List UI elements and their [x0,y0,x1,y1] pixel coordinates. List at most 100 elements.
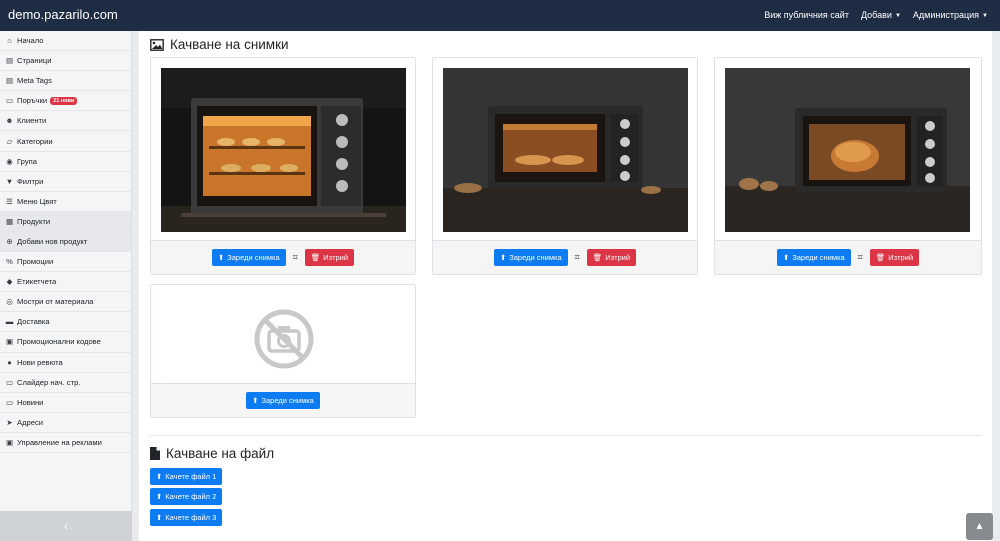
sidebar-item[interactable]: ➤ Адреси [0,413,131,433]
image-card-3-actions: ⬆ Зареди снимка ⌗ 🗑 Изтрий [715,240,981,274]
trash-icon: 🗑 [592,253,603,262]
delete-image-button-3[interactable]: 🗑 Изтрий [869,249,920,266]
sidebar-item[interactable]: ◆ Етикетчета [0,272,131,293]
sidebar-item-label: Управление на реклами [17,437,102,447]
file-icon: ▤ [5,56,14,66]
sidebar-menu: ⌂ Начало ▤ Страници ▤ Meta Tags ▭ Поръчки 21 нов… [0,31,131,453]
sidebar-item[interactable]: ▤ Страници [0,51,131,72]
sidebar-item[interactable]: ▣ Управление на реклами [0,433,131,453]
upload-icon: ⬆ [217,253,225,262]
upload-file-button-1[interactable]: ⬆ Качете файл 1 [150,468,223,485]
trash-icon: 🗑 [310,253,321,262]
crop-icon[interactable]: ⌗ [575,252,580,263]
cart-icon: ▭ [5,96,14,106]
crop-icon[interactable]: ⌗ [858,252,863,263]
upload-icon: ⬆ [782,253,790,262]
dot-circle-icon: ◎ [6,297,13,307]
sidebar-item-label: Meta Tags [17,76,52,86]
sidebar-collapse-button[interactable]: ‹ [0,511,132,541]
upload-image-button-2[interactable]: ⬆ Зареди снимка [493,249,568,266]
sidebar-item[interactable]: ▼ Филтри [0,172,131,192]
sidebar-item[interactable]: ⌂ Начало [0,31,131,52]
orders-badge: 21 нови [50,96,78,105]
comments-icon: ● [7,357,12,367]
upload-file-label-2: Качете файл 2 [165,492,217,501]
sidebar-item-label: Мостри от материала [17,297,94,307]
sidebar-item-label: Добави нов продукт [17,236,88,246]
home-icon: ⌂ [7,36,12,46]
slider-icon: ▭ [5,377,14,387]
plus-circle-icon: ⊕ [6,236,13,246]
sidebar-item-label: Адреси [17,417,43,427]
sidebar-item-label: Етикетчета [17,277,57,287]
sidebar-item[interactable]: % Промоции [0,252,131,273]
upload-image-label: Зареди снимка [792,253,845,262]
image-card-3: ⬆ Зареди снимка ⌗ 🗑 Изтрий [714,57,982,275]
upload-icon: ⬆ [252,396,259,405]
image-icon [150,38,164,51]
sidebar-item[interactable]: ▭ Новини [0,393,131,413]
product-image-3 [725,68,970,232]
sidebar-item[interactable]: ▬ Доставка [0,312,131,333]
sidebar-item-label: Доставка [17,317,50,327]
add-dropdown[interactable]: Добави ▼ [861,10,901,20]
no-camera-icon [254,309,313,369]
sidebar-item[interactable]: ☻ Клиенти [0,111,131,132]
upload-image-button-3[interactable]: ⬆ Зареди снимка [776,249,851,266]
sidebar-item-label: Нови ревюта [17,357,63,367]
sidebar-item[interactable]: ● Нови ревюта [0,353,131,373]
chevron-up-icon: ▲ [974,521,985,532]
image-card-1: ⬆ Зареди снимка ⌗ 🗑 Изтрий [150,57,416,275]
percent-icon: % [6,257,13,267]
gift-icon: ▣ [5,337,14,347]
sidebar-item[interactable]: ▭ Поръчки 21 нови [0,91,131,112]
upload-image-button-1[interactable]: ⬆ Зареди снимка [211,249,286,266]
sidebar-item[interactable]: ▭ Слайдер нач. стр. [0,373,131,393]
caret-down-icon: ▼ [982,13,988,19]
upload-file-button-3[interactable]: ⬆ Качете файл 3 [150,509,223,526]
upload-icon: ⬆ [499,253,507,262]
sidebar-item[interactable]: ▤ Meta Tags [0,71,131,92]
sidebar-item[interactable]: ▣ Промоционални кодове [0,332,131,353]
view-public-site-link[interactable]: Виж публичния сайт [764,10,849,20]
upload-image-button-4[interactable]: ⬆ Зареди снимка [246,392,320,409]
truck-icon: ▬ [5,317,14,327]
sidebar-item[interactable]: ⊕ Добави нов продукт [0,231,131,253]
sidebar-item-label: Слайдер нач. стр. [17,377,81,387]
products-icon: ▦ [5,216,14,226]
section-divider [150,435,982,436]
sidebar-item-label: Филтри [17,176,44,186]
admin-dropdown-label: Администрация [912,10,980,20]
sidebar-item[interactable]: ▦ Продукти [0,211,131,232]
filter-icon: ▼ [5,176,14,186]
product-image-2 [443,68,688,232]
sidebar-item-label: Категории [17,136,53,146]
delete-image-button-2[interactable]: 🗑 Изтрий [586,249,637,266]
admin-dropdown[interactable]: Администрация ▼ [913,10,988,20]
sidebar-item-label: Меню Цвят [17,196,57,206]
sidebar-item[interactable]: ☰ Меню Цвят [0,192,131,212]
users-icon: ☻ [5,116,14,126]
files-section-title: Качване на файл [150,446,274,461]
sidebar-item-label: Страници [17,56,52,66]
crop-icon[interactable]: ⌗ [293,252,298,263]
sidebar-item[interactable]: ◎ Мостри от материала [0,292,131,313]
upload-file-button-2[interactable]: ⬆ Качете файл 2 [150,488,223,505]
sidebar-item[interactable]: ▱ Категории [0,131,131,152]
scroll-to-top-button[interactable]: ▲ [966,513,993,540]
main-content: Качване на снимки ⬆ Зареди снимка ⌗ 🗑 Из… [139,31,992,541]
sidebar-item-label: Група [17,156,37,166]
image-card-4: ⬆ Зареди снимка [150,284,416,418]
menu-icon: ☰ [6,196,13,206]
sidebar-item-label: Промоционални кодове [17,337,101,347]
upload-image-label: Зареди снимка [227,253,280,262]
group-icon: ◉ [6,156,13,166]
trash-icon: 🗑 [875,253,886,262]
product-image-1 [161,68,406,232]
delete-image-button-1[interactable]: 🗑 Изтрий [304,249,355,266]
image-card-1-actions: ⬆ Зареди снимка ⌗ 🗑 Изтрий [151,240,415,274]
folder-open-icon: ▱ [6,136,13,146]
sidebar-item[interactable]: ◉ Група [0,152,131,172]
location-arrow-icon: ➤ [6,417,13,427]
brand-link[interactable]: demo.pazarilo.com [8,7,118,22]
